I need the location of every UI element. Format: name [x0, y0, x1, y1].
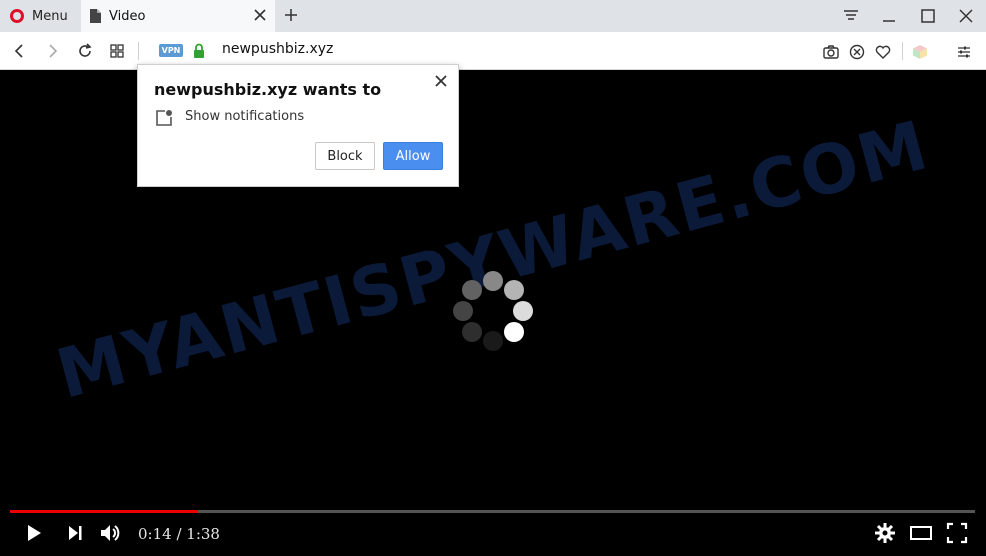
popup-title: newpushbiz.xyz wants to [154, 80, 382, 99]
block-button[interactable]: Block [315, 142, 375, 170]
url-field[interactable]: newpushbiz.xyz [222, 41, 333, 57]
gear-icon[interactable] [873, 521, 897, 545]
vpn-badge[interactable]: VPN [159, 44, 183, 57]
block-ads-icon[interactable] [848, 43, 866, 61]
notification-icon [156, 110, 172, 126]
close-icon[interactable] [434, 74, 448, 88]
lock-icon[interactable] [192, 43, 206, 59]
heart-icon[interactable] [874, 43, 892, 61]
permission-label: Show notifications [185, 109, 305, 124]
menu-label: Menu [32, 8, 68, 24]
minimize-icon[interactable] [879, 6, 899, 26]
tab-title: Video [109, 8, 146, 24]
allow-button[interactable]: Allow [383, 142, 443, 170]
player-controls: 0:14 / 1:38 [0, 519, 986, 549]
opera-logo-icon [10, 9, 24, 23]
opera-menu-button[interactable]: Menu [0, 0, 80, 32]
tab-video[interactable]: Video [81, 0, 275, 32]
separator [902, 42, 903, 60]
document-icon [90, 9, 101, 23]
tab-bar: Menu Video [0, 0, 986, 32]
settings-sliders-icon[interactable] [955, 43, 973, 61]
grid-icon[interactable] [108, 42, 126, 60]
filter-icon[interactable] [841, 6, 861, 26]
cube-icon[interactable] [911, 43, 929, 61]
loading-spinner-icon [453, 271, 533, 351]
progress-bar[interactable] [10, 510, 975, 513]
notification-permission-popup: newpushbiz.xyz wants to Show notificatio… [137, 64, 459, 187]
plus-icon[interactable] [283, 7, 299, 23]
maximize-icon[interactable] [918, 6, 938, 26]
close-icon[interactable] [956, 6, 976, 26]
time-display: 0:14 / 1:38 [138, 525, 220, 543]
separator [138, 42, 139, 60]
forward-icon[interactable] [43, 42, 61, 60]
theater-icon[interactable] [909, 521, 933, 545]
fullscreen-icon[interactable] [945, 521, 969, 545]
back-icon[interactable] [11, 42, 29, 60]
volume-icon[interactable] [98, 521, 122, 545]
next-icon[interactable] [63, 521, 87, 545]
progress-fill [10, 510, 199, 513]
camera-icon[interactable] [822, 43, 840, 61]
reload-icon[interactable] [76, 42, 94, 60]
close-icon[interactable] [253, 8, 267, 22]
play-icon[interactable] [22, 521, 46, 545]
